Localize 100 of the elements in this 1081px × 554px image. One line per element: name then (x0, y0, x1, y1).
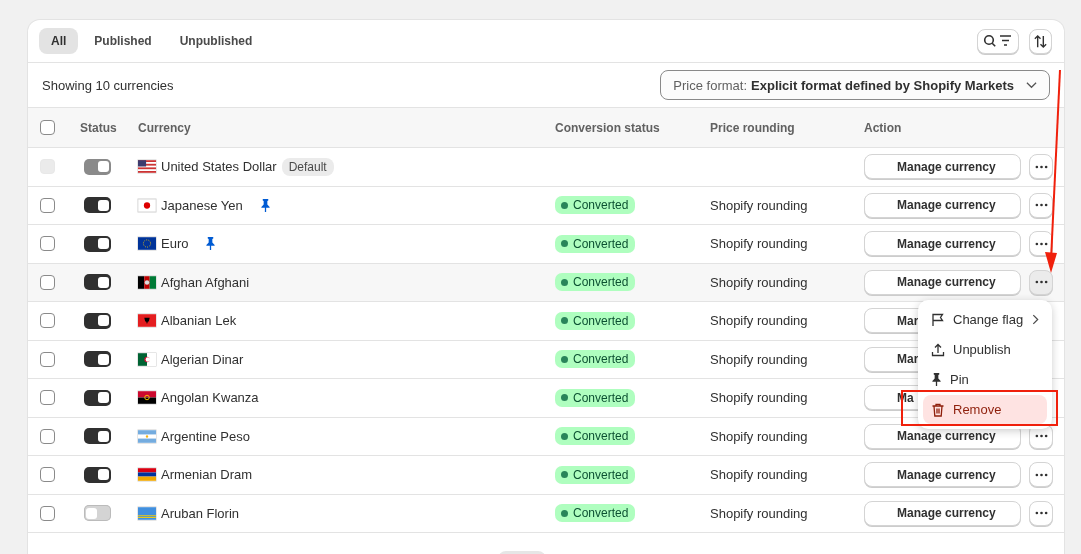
more-actions-button[interactable] (1029, 192, 1053, 218)
converted-badge: Converted (555, 388, 636, 407)
converted-badge: Converted (555, 427, 636, 446)
status-toggle[interactable] (84, 389, 111, 406)
trash-icon (931, 402, 945, 417)
flag-icon (138, 198, 156, 212)
row-checkbox[interactable] (40, 428, 55, 444)
status-toggle[interactable] (84, 274, 111, 291)
currency-name: Aruban Florin (161, 505, 240, 521)
menu-item[interactable]: Change flag (923, 305, 1047, 334)
row-checkbox[interactable] (40, 467, 55, 483)
row-checkbox[interactable] (40, 274, 55, 290)
flag-icon (138, 391, 156, 405)
price-rounding: Shopify rounding (710, 313, 808, 329)
menu-item[interactable]: Pin (923, 365, 1047, 394)
manage-currency-button[interactable]: Manage currency (864, 269, 1021, 295)
row-checkbox[interactable] (40, 236, 55, 252)
price-rounding: Shopify rounding (710, 274, 808, 290)
flag-icon (138, 468, 156, 482)
column-header: Price rounding (710, 120, 796, 135)
currency-name: Japanese Yen (161, 197, 243, 213)
currency-name: United States Dollar (161, 159, 277, 175)
row-checkbox[interactable] (40, 505, 55, 521)
currency-name: Angolan Kwanza (161, 390, 259, 406)
filter-tab[interactable]: Unpublished (167, 28, 265, 54)
upload-icon (931, 342, 945, 357)
currency-name: Euro (161, 236, 189, 252)
price-format-select[interactable]: Price format: Explicit format defined by Shopify Markets (660, 70, 1050, 100)
price-rounding: Shopify rounding (710, 428, 808, 444)
ellipsis-icon (1034, 511, 1048, 516)
price-rounding: Shopify rounding (710, 467, 808, 483)
more-actions-button[interactable] (1029, 269, 1053, 295)
status-toggle[interactable] (84, 351, 111, 368)
status-toggle[interactable] (84, 312, 111, 329)
row-checkbox[interactable] (40, 351, 55, 367)
ellipsis-icon (1034, 472, 1048, 477)
currency-name: Algerian Dinar (161, 351, 244, 367)
flag-icon (138, 275, 156, 289)
ellipsis-icon (1034, 280, 1048, 285)
search-filter-icon (983, 33, 1013, 49)
ellipsis-icon (1034, 241, 1048, 246)
column-header: Status (80, 120, 118, 135)
filter-tab[interactable]: Published (82, 28, 164, 54)
more-actions-button[interactable] (1029, 154, 1053, 180)
pin-icon (931, 373, 942, 386)
converted-badge: Converted (555, 273, 636, 292)
flag-icon (138, 314, 156, 328)
column-header: Action (864, 120, 903, 135)
price-rounding: Shopify rounding (710, 505, 808, 521)
default-badge: Default (281, 157, 334, 176)
currency-count: Showing 10 currencies (42, 77, 174, 93)
row-checkbox[interactable] (40, 390, 55, 406)
converted-badge: Converted (555, 350, 636, 369)
row-checkbox[interactable] (40, 197, 55, 213)
more-actions-button[interactable] (1029, 500, 1053, 526)
converted-badge: Converted (555, 234, 636, 253)
converted-badge: Converted (555, 311, 636, 330)
flag-outline-icon (931, 312, 945, 327)
manage-currency-button[interactable]: Manage currency (864, 192, 1021, 218)
pin-icon (259, 198, 271, 212)
filter-tab[interactable]: All (39, 28, 79, 54)
row-checkbox[interactable] (40, 313, 55, 329)
column-header: Currency (138, 120, 192, 135)
converted-badge: Converted (555, 504, 636, 523)
ellipsis-icon (1034, 434, 1048, 439)
search-filter-button[interactable] (977, 28, 1019, 54)
currency-name: Argentine Peso (161, 428, 250, 444)
price-rounding: Shopify rounding (710, 390, 808, 406)
currency-name: Albanian Lek (161, 313, 237, 329)
menu-item[interactable]: Unpublish (923, 335, 1047, 364)
status-toggle[interactable] (84, 197, 111, 214)
manage-currency-button[interactable]: Manage currency (864, 154, 1021, 180)
flag-icon (138, 160, 156, 174)
menu-item[interactable]: Remove (923, 395, 1047, 424)
manage-currency-button[interactable]: Manage currency (864, 231, 1021, 257)
flag-icon (138, 429, 156, 443)
select-all-checkbox[interactable] (40, 120, 55, 135)
price-rounding: Shopify rounding (710, 236, 808, 252)
currency-name: Armenian Dram (161, 467, 253, 483)
status-toggle[interactable] (84, 428, 111, 445)
currency-name: Afghan Afghani (161, 274, 250, 290)
pin-icon (205, 237, 217, 251)
status-toggle[interactable] (84, 505, 111, 522)
flag-icon (138, 506, 156, 520)
chevron-down-icon (1026, 81, 1037, 89)
converted-badge: Converted (555, 465, 636, 484)
ellipsis-icon (1034, 203, 1048, 208)
converted-badge: Converted (555, 196, 636, 215)
column-header: Conversion status (555, 120, 661, 135)
sort-button[interactable] (1029, 28, 1052, 54)
price-rounding: Shopify rounding (710, 351, 808, 367)
status-toggle[interactable] (84, 235, 111, 252)
sort-arrows-icon (1033, 33, 1048, 49)
more-actions-button[interactable] (1029, 462, 1053, 488)
manage-currency-button[interactable]: Manage currency (864, 500, 1021, 526)
ellipsis-icon (1034, 164, 1048, 169)
status-toggle[interactable] (84, 466, 111, 483)
manage-currency-button[interactable]: Manage currency (864, 462, 1021, 488)
flag-icon (138, 237, 156, 251)
price-rounding: Shopify rounding (710, 197, 808, 213)
